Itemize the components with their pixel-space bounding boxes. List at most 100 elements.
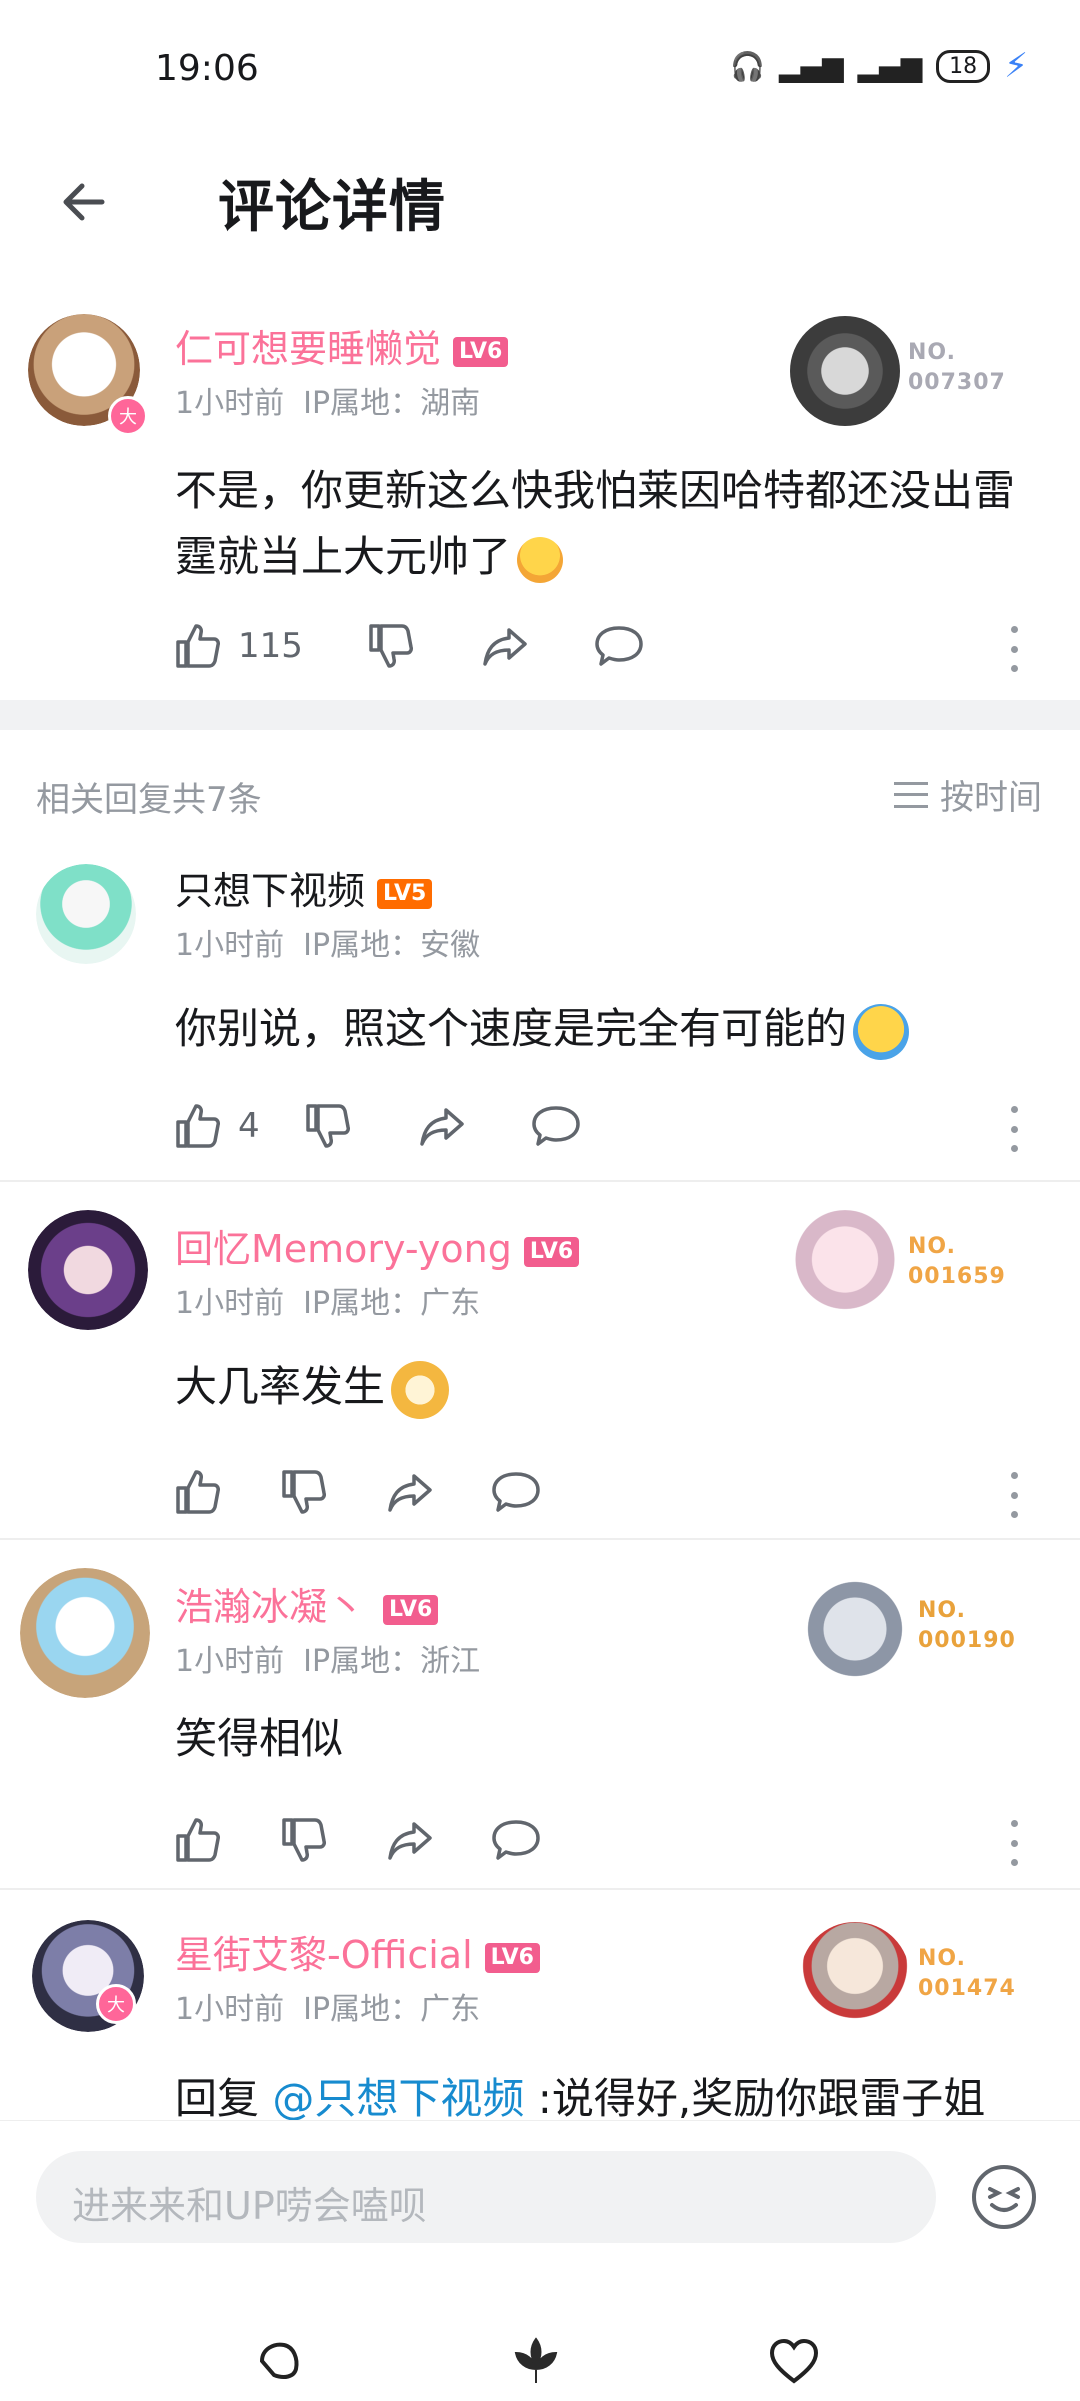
username[interactable]: 仁可想要睡懒觉 LV6 — [175, 318, 509, 373]
comment-ip: IP属地：湖南 — [303, 386, 481, 421]
comment-time: 1小时前 — [175, 928, 285, 963]
dislike-button[interactable] — [302, 1100, 354, 1152]
bottom-input-bar: 进来来和UP唠会嗑呗 — [0, 2120, 1080, 2401]
username-text: 星街艾黎-Official — [175, 1933, 473, 1977]
signal-4g-icon: ▂▄▆ — [778, 49, 844, 83]
fan-badge-image — [800, 1574, 910, 1684]
nav-recent-button[interactable] — [764, 2331, 824, 2391]
divider — [0, 1180, 1080, 1182]
comment-time: 1小时前 — [175, 1992, 285, 2027]
like-button[interactable]: 4 — [172, 1100, 260, 1152]
username[interactable]: 回忆Memory-yong LV6 — [175, 1218, 580, 1273]
like-count: 4 — [238, 1106, 260, 1146]
level-badge: LV6 — [383, 1594, 439, 1625]
comment-actions — [172, 1810, 604, 1870]
thumb-down-icon — [282, 1470, 326, 1514]
reply-button[interactable] — [490, 1466, 542, 1518]
nav-back-button[interactable] — [248, 2331, 308, 2391]
like-count: 115 — [238, 626, 303, 666]
back-button[interactable] — [52, 170, 116, 234]
fan-number: NO. 001659 — [908, 1234, 1006, 1289]
username[interactable]: 只想下视频 LV5 — [175, 860, 433, 915]
avatar[interactable] — [36, 864, 136, 964]
reply-button[interactable] — [490, 1814, 542, 1866]
sort-button[interactable]: 按时间 — [894, 770, 1042, 819]
comment-meta: 1小时前 IP属地：湖南 — [175, 378, 480, 422]
dislike-button[interactable] — [365, 620, 417, 672]
section-divider — [0, 700, 1080, 730]
share-icon — [388, 1822, 432, 1860]
comment-actions — [172, 1462, 604, 1522]
emoji-button[interactable] — [968, 2161, 1040, 2233]
level-badge: LV6 — [453, 336, 509, 367]
fan-badge[interactable]: NO. 001659 — [790, 1210, 1050, 1320]
reply-button[interactable] — [593, 620, 645, 672]
divider — [0, 1888, 1080, 1890]
share-button[interactable] — [384, 1466, 436, 1518]
reply-button[interactable] — [530, 1100, 582, 1152]
input-placeholder: 进来来和UP唠会嗑呗 — [72, 2184, 427, 2228]
like-button[interactable] — [172, 1814, 224, 1866]
comment-time: 1小时前 — [175, 1644, 285, 1679]
username[interactable]: 星街艾黎-Official LV6 — [175, 1924, 540, 1979]
emoji-face-icon — [972, 2165, 1036, 2229]
comment-text: 笑得相似 — [175, 1714, 344, 1763]
thumb-down-icon — [369, 624, 413, 668]
avatar[interactable] — [20, 1568, 150, 1698]
sort-label: 按时间 — [940, 778, 1042, 818]
divider — [0, 1538, 1080, 1540]
charging-icon: ⚡ — [1004, 46, 1028, 86]
dislike-button[interactable] — [278, 1814, 330, 1866]
fan-badge[interactable]: NO. 001474 — [800, 1922, 1050, 2032]
vip-badge: 大 — [108, 396, 148, 436]
reply-prefix: 回复 — [175, 2074, 273, 2123]
fan-badge-image — [790, 316, 900, 426]
arrow-left-icon — [63, 183, 105, 221]
comment-time: 1小时前 — [175, 1286, 285, 1321]
username[interactable]: 浩瀚冰凝丶 LV6 — [175, 1576, 439, 1631]
share-button[interactable] — [384, 1814, 436, 1866]
username-text: 仁可想要睡懒觉 — [175, 327, 442, 371]
thumb-up-icon — [176, 624, 220, 668]
comment-icon — [595, 626, 643, 666]
reply-count: 相关回复共7条 — [36, 780, 262, 820]
comment-actions: 4 — [172, 1096, 644, 1156]
thumb-up-icon — [176, 1818, 220, 1862]
username-text: 浩瀚冰凝丶 — [175, 1585, 366, 1629]
signal-5g-icon: ▂▄▆ — [857, 49, 923, 83]
mention-link[interactable]: @只想下视频 — [272, 2074, 524, 2123]
avatar[interactable] — [28, 1210, 148, 1330]
system-nav-bar — [0, 2331, 1080, 2391]
nav-home-button[interactable] — [506, 2331, 566, 2391]
more-menu-button[interactable] — [1004, 1820, 1024, 1866]
scared-emoji-icon — [517, 536, 564, 583]
share-button[interactable] — [479, 620, 531, 672]
fan-number: NO. 001474 — [918, 1946, 1016, 2001]
comment-meta: 1小时前 IP属地：广东 — [175, 1278, 480, 1322]
vip-badge: 大 — [96, 1984, 136, 2024]
dislike-button[interactable] — [278, 1466, 330, 1518]
comment-ip: IP属地：广东 — [303, 1992, 481, 2027]
fan-badge[interactable]: NO. 000190 — [800, 1574, 1050, 1684]
fan-badge-image — [790, 1210, 900, 1320]
more-menu-button[interactable] — [1004, 626, 1024, 672]
like-button[interactable] — [172, 1466, 224, 1518]
more-menu-button[interactable] — [1004, 1472, 1024, 1518]
thumb-up-icon — [176, 1104, 220, 1148]
thumb-down-icon — [305, 1104, 350, 1148]
share-button[interactable] — [416, 1100, 468, 1152]
comment-meta: 1小时前 IP属地：安徽 — [175, 920, 480, 964]
more-menu-button[interactable] — [1004, 1106, 1024, 1152]
list-icon — [894, 781, 928, 808]
headphone-icon: 🎧 — [730, 49, 765, 83]
comment-input[interactable]: 进来来和UP唠会嗑呗 — [36, 2151, 936, 2243]
comment-meta: 1小时前 IP属地：浙江 — [175, 1636, 480, 1680]
comment-icon — [492, 1820, 540, 1860]
fan-badge[interactable]: NO. 007307 — [790, 316, 1050, 426]
comment-icon — [492, 1472, 540, 1512]
like-button[interactable]: 115 — [172, 620, 303, 672]
comment-text: 大几率发生 — [175, 1354, 1035, 1420]
share-icon — [388, 1474, 432, 1512]
level-badge: LV6 — [484, 1942, 540, 1973]
thumb-up-icon — [176, 1470, 220, 1514]
